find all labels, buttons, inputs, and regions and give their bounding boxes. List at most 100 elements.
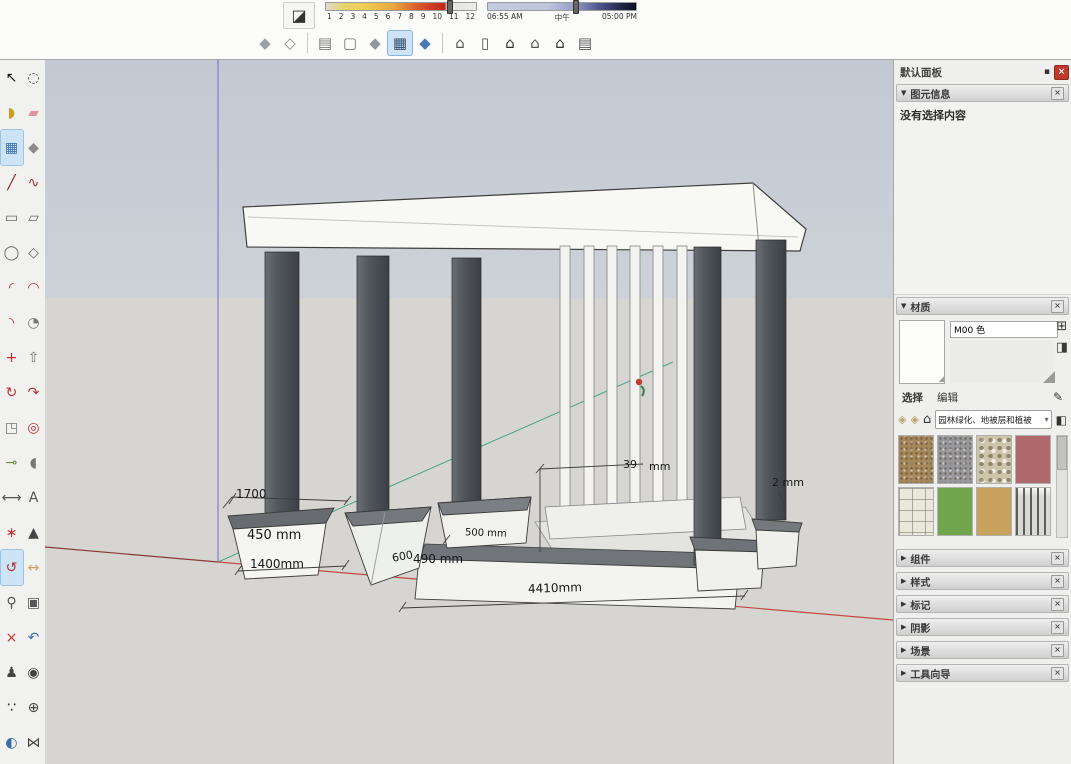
line-tool[interactable]: ╱ bbox=[1, 165, 23, 200]
two-point-arc-tool[interactable]: ◠ bbox=[23, 270, 45, 305]
material-preview-thumbnail[interactable]: ◢ bbox=[899, 320, 945, 384]
model-viewport[interactable]: 1700450 mm1400mm600490 mm500 mm4410mm39m… bbox=[45, 60, 893, 764]
tab-edit[interactable]: 编辑 bbox=[937, 390, 958, 405]
dimension-tool[interactable]: ⟷ bbox=[1, 480, 23, 515]
lasso-tool[interactable]: ◌ bbox=[23, 60, 45, 95]
collapse-icon[interactable]: ▶ bbox=[901, 600, 906, 608]
material-swatch-gravel-gray[interactable] bbox=[937, 435, 973, 484]
previous-view-tool[interactable]: ↶ bbox=[23, 620, 45, 655]
panel-section-scenes[interactable]: ▶场景× bbox=[896, 641, 1069, 659]
back-view-button[interactable]: ⌂ bbox=[548, 31, 572, 55]
pie-tool[interactable]: ◔ bbox=[23, 305, 45, 340]
panel-section-tags[interactable]: ▶标记× bbox=[896, 595, 1069, 613]
monochrome-style-button[interactable]: ◆ bbox=[413, 31, 437, 55]
push-pull-tool[interactable]: ⇧ bbox=[23, 340, 45, 375]
shadow-date-slider[interactable]: 123456789101112 bbox=[325, 2, 477, 21]
shadow-time-slider[interactable]: 06:55 AM 中午 05:00 PM bbox=[487, 2, 637, 23]
pin-icon[interactable]: ▪ bbox=[1044, 67, 1054, 77]
eraser-tool[interactable]: ▰ bbox=[23, 95, 45, 130]
rotated-rectangle-tool[interactable]: ▱ bbox=[23, 200, 45, 235]
entity-info-close-icon[interactable]: × bbox=[1051, 87, 1064, 100]
pane-resize-corner[interactable] bbox=[1043, 371, 1055, 383]
paint-bucket-tool[interactable]: ◗ bbox=[1, 95, 23, 130]
section-close-icon[interactable]: × bbox=[1051, 575, 1064, 588]
walk-tool[interactable]: ∵ bbox=[1, 690, 23, 725]
offset-tool[interactable]: ◎ bbox=[23, 410, 45, 445]
right-view-button[interactable]: ⌂ bbox=[523, 31, 547, 55]
3d-text-tool[interactable]: ▲ bbox=[23, 515, 45, 550]
iso-view-button[interactable]: ⌂ bbox=[448, 31, 472, 55]
time-slider-thumb[interactable] bbox=[573, 0, 579, 14]
materials-header[interactable]: ▼ 材质 × bbox=[896, 297, 1069, 315]
shaded-with-textures-style-button[interactable]: ▦ bbox=[388, 31, 412, 55]
material-swatch-gravel-brown[interactable] bbox=[898, 435, 934, 484]
scale-tool[interactable]: ◳ bbox=[1, 410, 23, 445]
forward-arrow-icon[interactable]: ◈ bbox=[910, 413, 918, 426]
materials-close-icon[interactable]: × bbox=[1051, 300, 1064, 313]
material-swatch-tan-ochre[interactable] bbox=[976, 487, 1012, 536]
circle-tool[interactable]: ◯ bbox=[1, 235, 23, 270]
freehand-tool[interactable]: ∿ bbox=[23, 165, 45, 200]
section-plane-tool[interactable]: ⊕ bbox=[23, 690, 45, 725]
time-slider-bar[interactable] bbox=[487, 2, 637, 11]
date-slider-thumb[interactable] bbox=[447, 0, 453, 14]
panel-titlebar[interactable]: 默认面板 ▪ × bbox=[894, 60, 1071, 82]
collapse-icon[interactable]: ▶ bbox=[901, 577, 906, 585]
polygon-tool[interactable]: ◇ bbox=[23, 235, 45, 270]
zoom-window-tool[interactable]: ▣ bbox=[23, 585, 45, 620]
material-swatch-pavers-white[interactable] bbox=[898, 487, 934, 536]
top-view-button[interactable]: ▯ bbox=[473, 31, 497, 55]
xray-style-button[interactable]: ◇ bbox=[278, 31, 302, 55]
swatch-scrollbar-thumb[interactable] bbox=[1057, 436, 1067, 470]
collapse-icon[interactable]: ▶ bbox=[901, 669, 906, 677]
protractor-tool[interactable]: ◖ bbox=[23, 445, 45, 480]
move-tool[interactable]: + bbox=[1, 340, 23, 375]
section-close-icon[interactable]: × bbox=[1051, 621, 1064, 634]
collapse-icon[interactable]: ▼ bbox=[901, 89, 906, 97]
select-tool[interactable]: ↖ bbox=[1, 60, 23, 95]
collapse-icon[interactable]: ▶ bbox=[901, 554, 906, 562]
partial-tool-left[interactable]: ◐ bbox=[1, 725, 23, 760]
material-name-input[interactable] bbox=[950, 321, 1058, 338]
collapse-icon[interactable]: ▼ bbox=[901, 302, 906, 310]
date-slider-bar[interactable] bbox=[325, 2, 477, 11]
left-view-button[interactable]: ▤ bbox=[573, 31, 597, 55]
section-close-icon[interactable]: × bbox=[1051, 667, 1064, 680]
eyedropper-icon[interactable]: ✎ bbox=[1053, 390, 1063, 404]
rotate-tool[interactable]: ↻ bbox=[1, 375, 23, 410]
pan-tool[interactable]: ↔ bbox=[23, 550, 45, 585]
material-sample-tool[interactable]: ◆ bbox=[23, 130, 45, 165]
panel-section-instructor[interactable]: ▶工具向导× bbox=[896, 664, 1069, 682]
collapse-icon[interactable]: ▶ bbox=[901, 623, 906, 631]
zoom-extents-tool[interactable]: × bbox=[1, 620, 23, 655]
secondary-pane-icon[interactable]: ⊞ bbox=[1056, 319, 1067, 334]
show-hide-shadows-button[interactable]: ◪ bbox=[283, 2, 315, 29]
entity-info-header[interactable]: ▼ 图元信息 × bbox=[896, 84, 1069, 102]
hidden-line-style-button[interactable]: ▢ bbox=[338, 31, 362, 55]
material-swatch-pebbles[interactable] bbox=[976, 435, 1012, 484]
orbit-tool[interactable]: ↺ bbox=[1, 550, 23, 585]
section-close-icon[interactable]: × bbox=[1051, 552, 1064, 565]
material-swatch-grass-green[interactable] bbox=[937, 487, 973, 536]
text-tool[interactable]: A bbox=[23, 480, 45, 515]
panel-section-shadows[interactable]: ▶阴影× bbox=[896, 618, 1069, 636]
partial-tool-right[interactable]: ⋈ bbox=[23, 725, 45, 760]
panel-close-button[interactable]: × bbox=[1054, 65, 1069, 80]
material-collection-dropdown[interactable]: 园林绿化、地被层和植被 ▾ bbox=[935, 410, 1051, 429]
tape-measure-tool[interactable]: ⊸ bbox=[1, 445, 23, 480]
arc-tool[interactable]: ◜ bbox=[1, 270, 23, 305]
tab-select[interactable]: 选择 bbox=[902, 390, 923, 405]
three-point-arc-tool[interactable]: ◝ bbox=[1, 305, 23, 340]
zoom-tool[interactable]: ⚲ bbox=[1, 585, 23, 620]
material-swatch-fence-bars[interactable] bbox=[1015, 487, 1051, 536]
collapse-icon[interactable]: ▶ bbox=[901, 646, 906, 654]
textured-cube-tool[interactable]: ▦ bbox=[1, 130, 23, 165]
wireframe-style-button[interactable]: ▤ bbox=[313, 31, 337, 55]
panel-section-styles[interactable]: ▶样式× bbox=[896, 572, 1069, 590]
look-around-tool[interactable]: ◉ bbox=[23, 655, 45, 690]
back-edges-style-button[interactable]: ◆ bbox=[253, 31, 277, 55]
front-view-button[interactable]: ⌂ bbox=[498, 31, 522, 55]
in-model-icon[interactable]: ◧ bbox=[1056, 413, 1067, 427]
section-close-icon[interactable]: × bbox=[1051, 644, 1064, 657]
viewport-canvas[interactable] bbox=[45, 60, 893, 764]
